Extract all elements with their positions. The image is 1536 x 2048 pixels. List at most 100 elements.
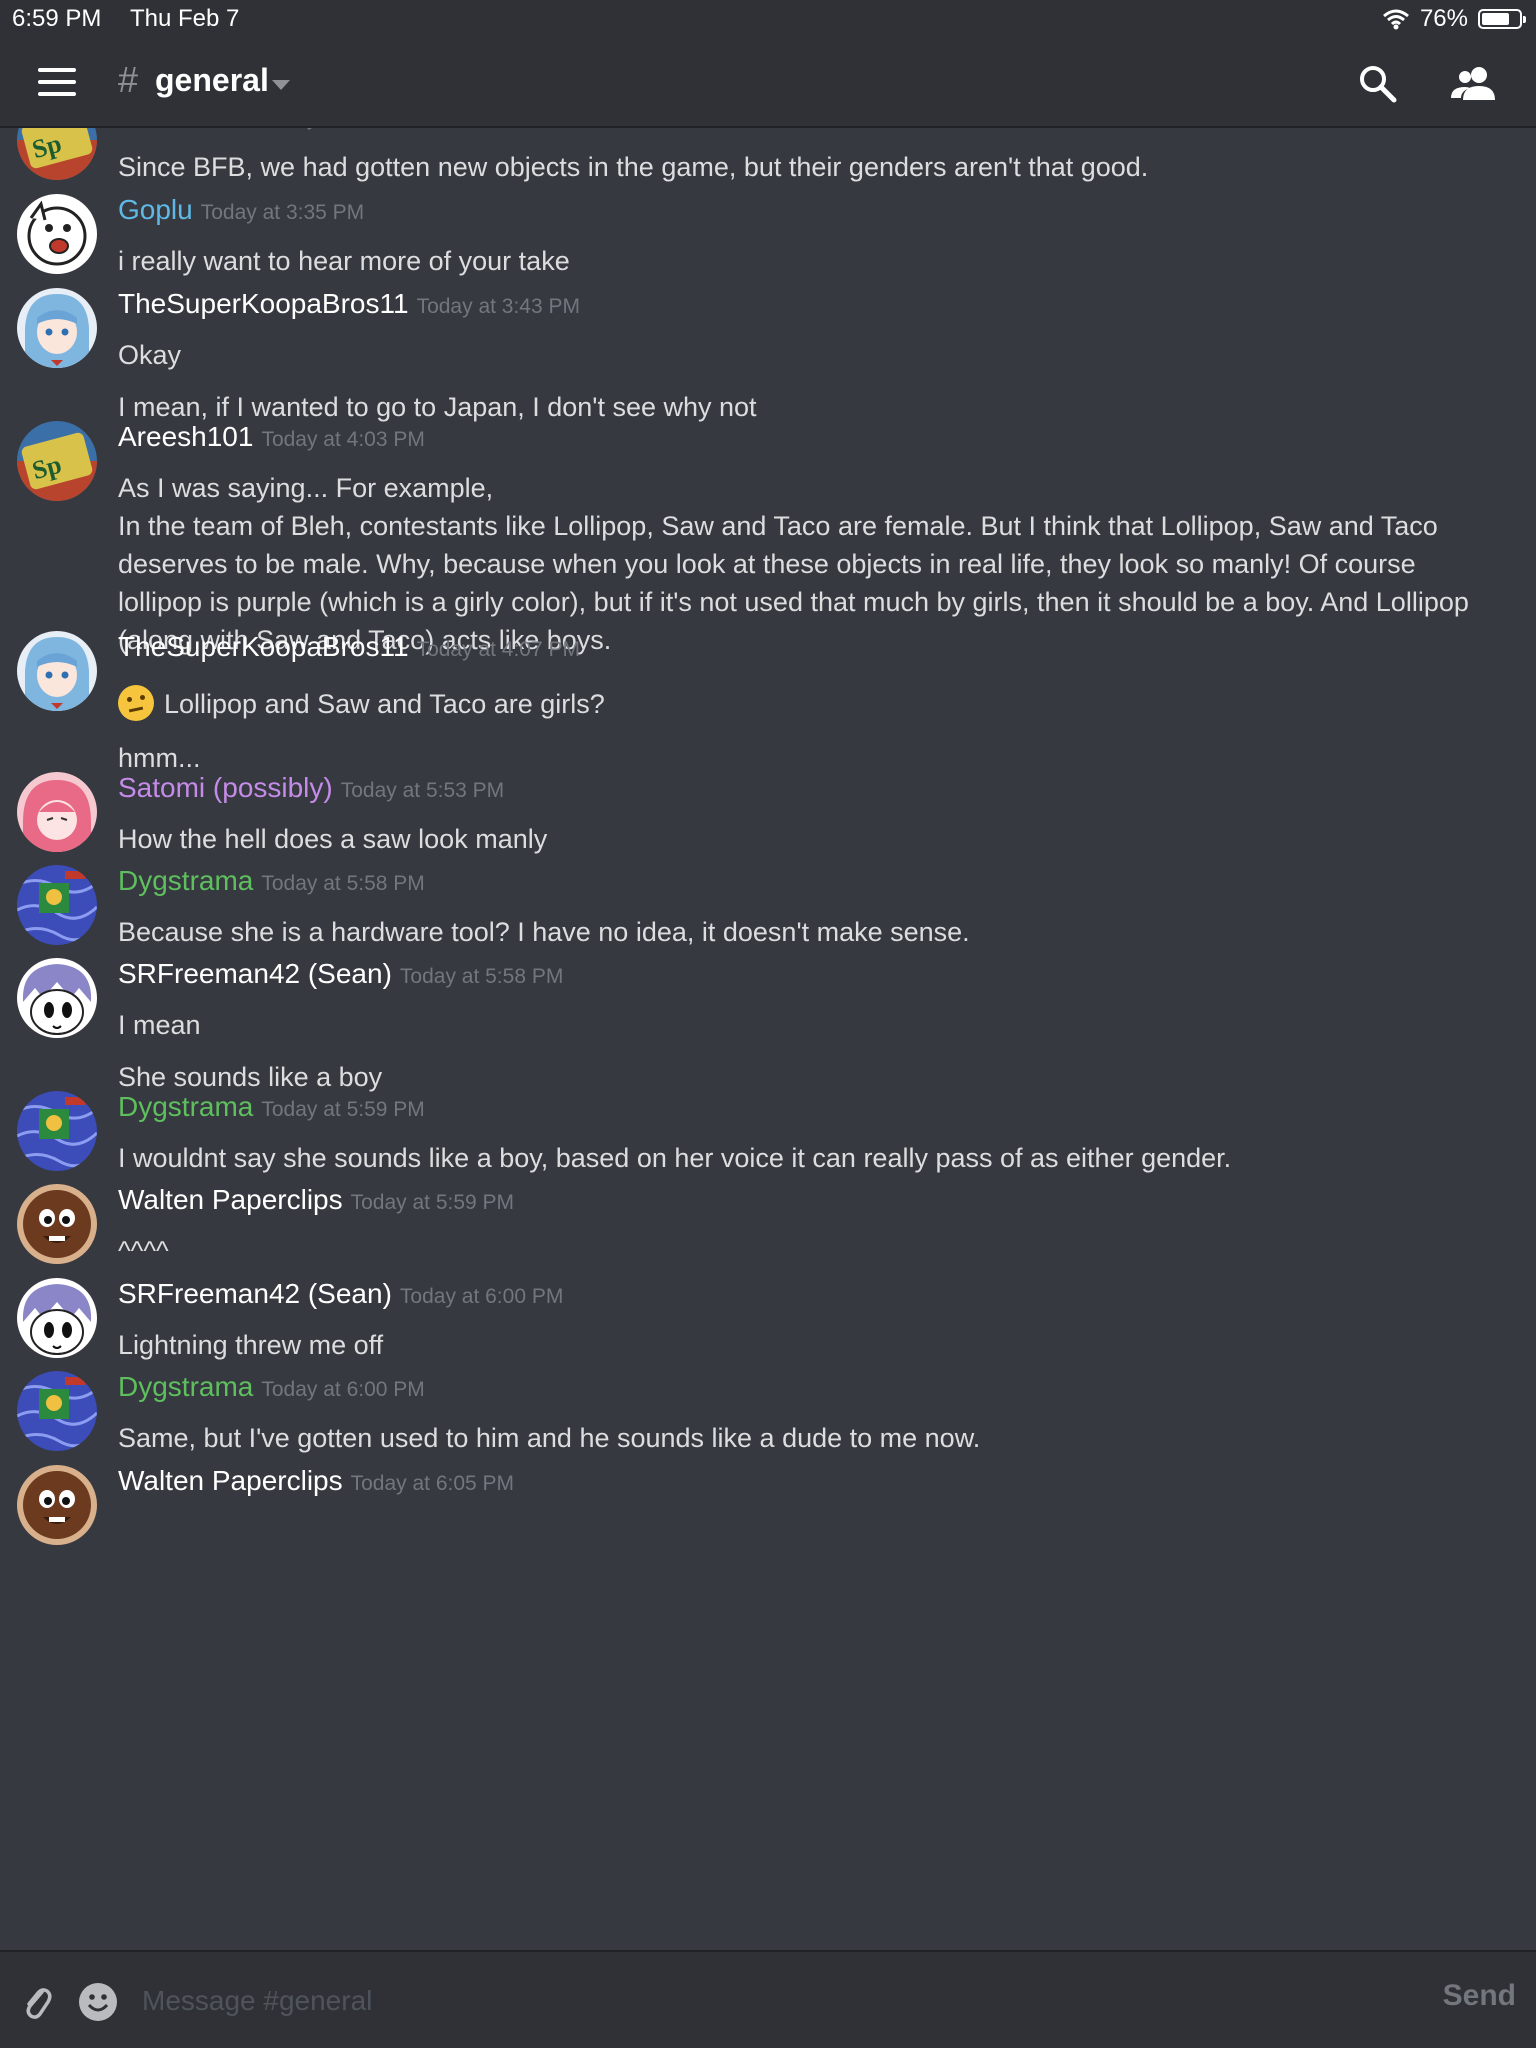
author-name[interactable]: SRFreeman42 (Sean)	[118, 958, 392, 989]
status-bar: 6:59 PM Thu Feb 7 76%	[0, 0, 1536, 40]
avatar[interactable]: Sp	[17, 421, 97, 501]
author-name[interactable]: Dygstrama	[118, 1371, 253, 1402]
status-right: 76%	[1382, 5, 1526, 33]
message-timestamp: Today at 3:43 PM	[416, 295, 581, 318]
battery-icon	[1478, 9, 1526, 29]
author-name[interactable]: Walten Paperclips	[118, 1465, 343, 1496]
attachment-icon[interactable]	[20, 1982, 54, 2022]
message-text-content: Okay	[118, 340, 182, 370]
avatar[interactable]	[17, 1465, 97, 1545]
author-name[interactable]: TheSuperKoopaBros11	[118, 631, 409, 662]
message-text-content: hmm...	[118, 743, 201, 773]
message-header: Satomi (possibly) Today at 5:53 PM	[118, 772, 504, 804]
message-text-content: I mean	[118, 1010, 201, 1040]
message-timestamp: Today at 5:59 PM	[261, 1098, 425, 1121]
message-header: Areesh101 Today at 3:35 PM	[118, 128, 425, 132]
members-icon[interactable]	[1448, 62, 1498, 106]
message-text: Lightning threw me off	[118, 1326, 1488, 1364]
message-timestamp: Today at 5:58 PM	[399, 965, 564, 988]
avatar[interactable]	[17, 958, 97, 1038]
message-text-content: Since BFB, we had gotten new objects in …	[118, 152, 1149, 182]
message-timestamp: Today at 6:05 PM	[350, 1472, 515, 1495]
message-text: Because she is a hardware tool? I have n…	[118, 913, 1488, 951]
message-text-content: Lightning threw me off	[118, 1330, 384, 1360]
author-name[interactable]: SRFreeman42 (Sean)	[118, 1278, 392, 1309]
status-time: 6:59 PM	[12, 5, 102, 32]
message-text-content: How the hell does a saw look manly	[118, 824, 548, 854]
author-name[interactable]: Areesh101	[118, 128, 253, 131]
message-timestamp: Today at 3:35 PM	[200, 201, 365, 224]
message-text-content: Because she is a hardware tool? I have n…	[118, 917, 970, 947]
message-header: TheSuperKoopaBros11 Today at 3:43 PM	[118, 288, 580, 320]
menu-icon[interactable]	[38, 68, 76, 98]
author-name[interactable]: Goplu	[118, 194, 193, 225]
message-timestamp: Today at 6:00 PM	[399, 1285, 564, 1308]
status-date: Thu Feb 7	[130, 5, 240, 32]
message-timestamp: Today at 5:58 PM	[261, 872, 425, 895]
message-text-content: I mean, if I wanted to go to Japan, I do…	[118, 392, 757, 422]
message-text-content: Same, but I've gotten used to him and he…	[118, 1423, 981, 1453]
author-name[interactable]: Satomi (possibly)	[118, 772, 333, 803]
message-header: Dygstrama Today at 6:00 PM	[118, 1371, 425, 1403]
chevron-down-icon[interactable]	[272, 80, 290, 90]
message-text: I mean	[118, 1006, 1488, 1044]
avatar[interactable]	[17, 288, 97, 368]
message-timestamp: Today at 4:03 PM	[261, 428, 425, 451]
send-button[interactable]: Send	[1443, 1979, 1516, 2013]
avatar[interactable]	[17, 865, 97, 945]
message-timestamp: Today at 4:07 PM	[416, 638, 581, 661]
message-header: Dygstrama Today at 5:58 PM	[118, 865, 425, 897]
message-header: SRFreeman42 (Sean) Today at 5:58 PM	[118, 958, 563, 990]
hash-icon: #	[118, 59, 139, 100]
message-text-content: She sounds like a boy	[118, 1062, 383, 1092]
message-text-content: i really want to hear more of your take	[118, 246, 570, 276]
author-name[interactable]: Walten Paperclips	[118, 1184, 343, 1215]
message-text-content: ^^^^	[118, 1236, 169, 1266]
avatar[interactable]	[17, 772, 97, 852]
message-text: Same, but I've gotten used to him and he…	[118, 1419, 1488, 1457]
search-icon[interactable]	[1356, 62, 1400, 106]
channel-name[interactable]: general	[155, 62, 269, 99]
avatar[interactable]	[17, 194, 97, 274]
message-header: Walten Paperclips Today at 6:05 PM	[118, 1465, 514, 1497]
avatar[interactable]	[17, 631, 97, 711]
message-text: How the hell does a saw look manly	[118, 820, 1488, 858]
message-text-content: Lollipop and Saw and Taco are girls?	[164, 689, 605, 719]
message-text: I wouldnt say she sounds like a boy, bas…	[118, 1139, 1488, 1177]
avatar[interactable]	[17, 1184, 97, 1264]
avatar[interactable]: Sp	[17, 128, 97, 180]
message-timestamp: Today at 3:35 PM	[261, 128, 424, 130]
message-header: Walten Paperclips Today at 5:59 PM	[118, 1184, 514, 1216]
message-timestamp: Today at 5:53 PM	[340, 779, 505, 802]
message-text: i really want to hear more of your take	[118, 242, 1488, 280]
message-list[interactable]: Sp Areesh101 Today at 3:35 PM Since BFB, we…	[0, 128, 1536, 1950]
message-header: Areesh101 Today at 4:03 PM	[118, 421, 425, 453]
author-name[interactable]: Dygstrama	[118, 1091, 253, 1122]
message-composer: Send	[0, 1950, 1536, 2048]
message-text: Okay	[118, 336, 1488, 374]
message-text-content: As I was saying... For example,	[118, 473, 494, 503]
wifi-icon	[1382, 9, 1409, 30]
message-text: Since BFB, we had gotten new objects in …	[118, 148, 1488, 186]
thinking-emoji-icon	[118, 685, 154, 721]
message-text: ^^^^	[118, 1232, 1488, 1270]
message-header: TheSuperKoopaBros11 Today at 4:07 PM	[118, 631, 580, 663]
message-header: Goplu Today at 3:35 PM	[118, 194, 364, 226]
avatar[interactable]	[17, 1091, 97, 1171]
message-header: Dygstrama Today at 5:59 PM	[118, 1091, 425, 1123]
message-text: Lollipop and Saw and Taco are girls?	[118, 685, 1488, 723]
avatar[interactable]	[17, 1371, 97, 1451]
message-text: As I was saying... For example,	[118, 469, 1488, 507]
battery-percent: 76%	[1419, 5, 1468, 32]
channel-header: # general	[0, 40, 1536, 128]
message-timestamp: Today at 6:00 PM	[261, 1378, 425, 1401]
emoji-icon[interactable]	[78, 1982, 118, 2022]
author-name[interactable]: Areesh101	[118, 421, 253, 452]
avatar[interactable]	[17, 1278, 97, 1358]
author-name[interactable]: TheSuperKoopaBros11	[118, 288, 409, 319]
message-text-content: I wouldnt say she sounds like a boy, bas…	[118, 1143, 1232, 1173]
author-name[interactable]: Dygstrama	[118, 865, 253, 896]
message-header: SRFreeman42 (Sean) Today at 6:00 PM	[118, 1278, 563, 1310]
message-timestamp: Today at 5:59 PM	[350, 1191, 515, 1214]
message-input[interactable]	[140, 1974, 1394, 2028]
